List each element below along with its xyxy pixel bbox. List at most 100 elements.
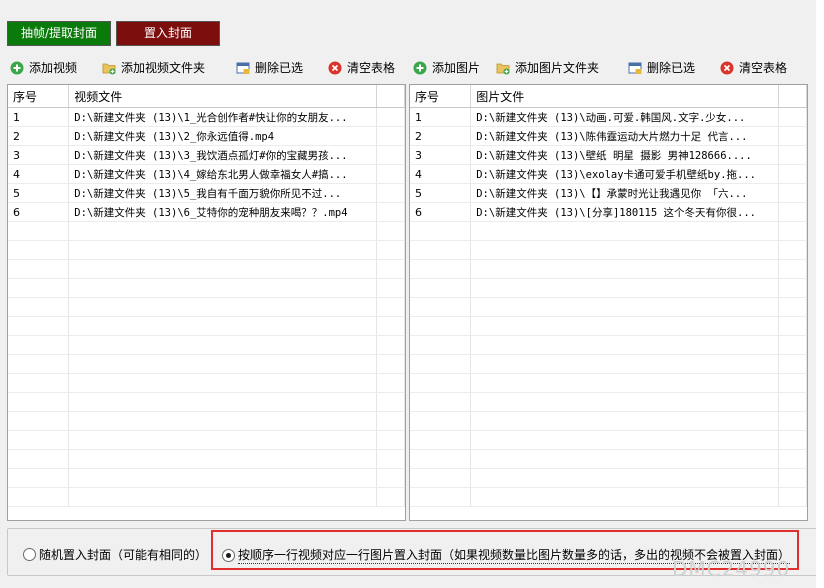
table-row[interactable]: 3 D:\新建文件夹 (13)\壁纸 明星 摄影 男神128666.... — [410, 145, 807, 165]
row-index-cell — [8, 392, 70, 412]
image-table-body: 1 D:\新建文件夹 (13)\动画.可爱.韩国风.文字.少女... 2 D:\新建文… — [410, 107, 807, 507]
empty-cell — [376, 430, 405, 450]
column-header-image-file[interactable]: 图片文件 — [470, 85, 780, 108]
empty-cell — [778, 354, 807, 374]
empty-row — [410, 335, 807, 355]
table-row[interactable]: 3 D:\新建文件夹 (13)\3_我饮酒点孤灯#你的宝藏男孩... — [8, 145, 405, 165]
empty-cell — [778, 297, 807, 317]
file-path-cell — [470, 297, 780, 317]
tab-extract-cover[interactable]: 抽帧/提取封面 — [7, 21, 111, 46]
empty-cell — [376, 259, 405, 279]
table-header-row: 序号 视频文件 — [8, 85, 405, 108]
file-path-cell — [470, 487, 780, 507]
row-index-cell — [410, 354, 472, 374]
table-row[interactable]: 2 D:\新建文件夹 (13)\2_你永远值得.mp4 — [8, 126, 405, 146]
row-index-cell — [410, 335, 472, 355]
empty-cell — [778, 202, 807, 222]
radio-button-icon[interactable] — [23, 548, 36, 561]
empty-cell — [778, 259, 807, 279]
column-header-index[interactable]: 序号 — [8, 85, 70, 108]
column-header-index[interactable]: 序号 — [410, 85, 472, 108]
radio-random-insert[interactable]: 随机置入封面（可能有相同的） — [23, 546, 207, 563]
file-path-cell: D:\新建文件夹 (13)\【】承蒙时光让我遇见你 「六... — [470, 183, 780, 203]
tab-insert-cover[interactable]: 置入封面 — [116, 21, 220, 46]
empty-cell — [376, 354, 405, 374]
table-row[interactable]: 5 D:\新建文件夹 (13)\【】承蒙时光让我遇见你 「六... — [410, 183, 807, 203]
add-image-label: 添加图片 — [432, 61, 481, 75]
empty-row — [410, 449, 807, 469]
file-path-cell: D:\新建文件夹 (13)\5_我自有千面万貌你所见不过... — [68, 183, 378, 203]
radio-button-icon[interactable] — [222, 548, 235, 562]
table-row[interactable]: 5 D:\新建文件夹 (13)\5_我自有千面万貌你所见不过... — [8, 183, 405, 203]
empty-cell — [376, 392, 405, 412]
empty-row — [410, 259, 807, 279]
file-path-cell — [470, 430, 780, 450]
empty-cell — [778, 392, 807, 412]
file-path-cell: D:\新建文件夹 (13)\4_嫁给东北男人做幸福女人#搞... — [68, 164, 378, 184]
empty-cell — [376, 278, 405, 298]
row-index-cell — [410, 392, 472, 412]
empty-row — [8, 297, 405, 317]
table-row[interactable]: 6 D:\新建文件夹 (13)\6_艾特你的宠种朋友来喝？？.mp4 — [8, 202, 405, 222]
table-row[interactable]: 6 D:\新建文件夹 (13)\[分享]180115 这个冬天有你很... — [410, 202, 807, 222]
file-path-cell — [68, 449, 378, 469]
image-table: 序号 图片文件 1 D:\新建文件夹 (13)\动画.可爱.韩国风.文字.少女..… — [410, 85, 807, 507]
video-file-table[interactable]: 序号 视频文件 1 D:\新建文件夹 (13)\1_光合创作者#快让你的女朋友..… — [7, 84, 406, 521]
row-index-cell — [8, 373, 70, 393]
empty-cell — [778, 430, 807, 450]
row-index-cell: 5 — [8, 183, 70, 203]
row-index-cell — [8, 240, 70, 260]
clear-image-table-button[interactable]: 清空表格 — [720, 57, 787, 79]
row-index-cell — [410, 487, 472, 507]
add-image-folder-button[interactable]: 添加图片文件夹 — [496, 57, 599, 79]
file-path-cell — [68, 487, 378, 507]
file-path-cell — [470, 468, 780, 488]
empty-row — [8, 278, 405, 298]
empty-cell — [376, 335, 405, 355]
delete-selected-label: 删除已选 — [647, 61, 696, 75]
file-path-cell — [470, 259, 780, 279]
empty-row — [8, 259, 405, 279]
row-index-cell: 5 — [410, 183, 472, 203]
file-path-cell — [68, 411, 378, 431]
table-row[interactable]: 4 D:\新建文件夹 (13)\exolay卡通可爱手机壁纸by.拖... — [410, 164, 807, 184]
file-path-cell — [68, 278, 378, 298]
file-path-cell: D:\新建文件夹 (13)\陈伟霆运动大片燃力十足 代言... — [470, 126, 780, 146]
empty-row — [410, 373, 807, 393]
file-path-cell — [68, 335, 378, 355]
row-index-cell — [8, 354, 70, 374]
delete-selected-image-button[interactable]: 删除已选 — [628, 57, 695, 79]
empty-cell — [778, 126, 807, 146]
empty-row — [410, 221, 807, 241]
table-row[interactable]: 4 D:\新建文件夹 (13)\4_嫁给东北男人做幸福女人#搞... — [8, 164, 405, 184]
file-path-cell — [470, 221, 780, 241]
row-index-cell — [8, 411, 70, 431]
empty-row — [410, 354, 807, 374]
image-file-table[interactable]: 序号 图片文件 1 D:\新建文件夹 (13)\动画.可爱.韩国风.文字.少女..… — [409, 84, 808, 521]
row-index-cell: 3 — [410, 145, 472, 165]
window-edge — [816, 0, 824, 588]
empty-cell — [778, 221, 807, 241]
empty-row — [8, 316, 405, 336]
add-image-button[interactable]: 添加图片 — [413, 57, 480, 79]
empty-row — [8, 430, 405, 450]
empty-row — [8, 354, 405, 374]
file-path-cell — [68, 240, 378, 260]
row-index-cell — [410, 297, 472, 317]
empty-cell — [376, 107, 405, 127]
row-index-cell: 1 — [410, 107, 472, 127]
empty-cell — [376, 221, 405, 241]
row-index-cell — [410, 278, 472, 298]
empty-row — [8, 392, 405, 412]
file-path-cell: D:\新建文件夹 (13)\[分享]180115 这个冬天有你很... — [470, 202, 780, 222]
row-index-cell — [8, 335, 70, 355]
table-row[interactable]: 1 D:\新建文件夹 (13)\1_光合创作者#快让你的女朋友... — [8, 107, 405, 127]
table-row[interactable]: 2 D:\新建文件夹 (13)\陈伟霆运动大片燃力十足 代言... — [410, 126, 807, 146]
empty-cell — [376, 373, 405, 393]
file-path-cell — [470, 278, 780, 298]
row-index-cell — [8, 430, 70, 450]
table-row[interactable]: 1 D:\新建文件夹 (13)\动画.可爱.韩国风.文字.少女... — [410, 107, 807, 127]
empty-row — [8, 468, 405, 488]
file-path-cell: D:\新建文件夹 (13)\3_我饮酒点孤灯#你的宝藏男孩... — [68, 145, 378, 165]
column-header-video-file[interactable]: 视频文件 — [68, 85, 378, 108]
